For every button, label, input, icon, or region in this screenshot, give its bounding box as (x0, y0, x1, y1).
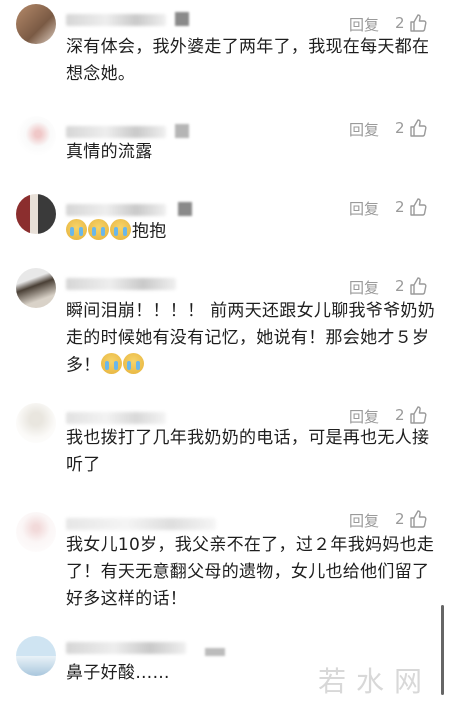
avatar[interactable] (16, 4, 56, 44)
username-blurred-mark (175, 12, 189, 26)
avatar[interactable] (16, 512, 56, 552)
crying-face-emoji-group (100, 352, 145, 379)
comment-text: 真情的流露 (66, 142, 153, 162)
reply-button[interactable]: 回复 (349, 198, 379, 219)
like-count: 2 (395, 277, 405, 295)
crying-face-icon (100, 353, 122, 374)
username-blurred (66, 204, 166, 216)
watermark: 若水网 (318, 665, 433, 698)
reply-button[interactable]: 回复 (349, 406, 379, 427)
thumbs-up-icon[interactable] (408, 276, 428, 296)
comment-text: 我也拨打了几年我奶奶的电话，可是再也无人接听了 (66, 428, 430, 475)
username-blurred (66, 126, 166, 138)
like-count: 2 (395, 14, 405, 32)
crying-face-icon (66, 219, 87, 240)
thumbs-up-icon[interactable] (408, 13, 428, 33)
username-blurred-mark (205, 648, 225, 656)
scrollbar[interactable] (441, 605, 444, 695)
reply-button[interactable]: 回复 (349, 277, 379, 298)
avatar[interactable] (16, 268, 56, 308)
thumbs-up-icon[interactable] (408, 509, 428, 529)
reply-button[interactable]: 回复 (349, 14, 379, 35)
username-blurred-mark (178, 202, 192, 216)
comment-text: 深有体会，我外婆走了两年了，我现在每天都在想念她。 (66, 37, 430, 84)
avatar[interactable] (16, 636, 56, 676)
like-count: 2 (395, 406, 405, 424)
avatar[interactable] (16, 194, 56, 234)
username-blurred (66, 412, 166, 424)
reply-button[interactable]: 回复 (349, 119, 379, 140)
comment-text-content: 抱抱 (132, 221, 167, 242)
crying-face-emoji-group (66, 218, 132, 245)
thumbs-up-icon[interactable] (408, 405, 428, 425)
username-blurred (66, 278, 176, 290)
avatar[interactable] (16, 116, 56, 156)
avatar[interactable] (16, 403, 56, 443)
crying-face-icon (122, 353, 144, 374)
reply-button[interactable]: 回复 (349, 510, 379, 531)
thumbs-up-icon[interactable] (408, 197, 428, 217)
username-blurred (66, 642, 186, 654)
username-blurred-mark (175, 124, 189, 138)
like-count: 2 (395, 119, 405, 137)
username-blurred (66, 14, 166, 26)
username-blurred (66, 518, 216, 530)
comment-text: 瞬间泪崩！！！！ 前两天还跟女儿聊我爷爷奶奶走的时候她有没有记忆，她说有！那会她… (66, 298, 436, 380)
like-count: 2 (395, 510, 405, 528)
crying-face-icon (88, 219, 109, 240)
comment-text: 我女儿10岁，我父亲不在了，过２年我妈妈也走了！有天无意翻父母的遗物，女儿也给他… (66, 535, 435, 609)
thumbs-up-icon[interactable] (408, 118, 428, 138)
crying-face-icon (110, 219, 131, 240)
comment-text: 抱抱 (66, 218, 436, 246)
like-count: 2 (395, 198, 405, 216)
